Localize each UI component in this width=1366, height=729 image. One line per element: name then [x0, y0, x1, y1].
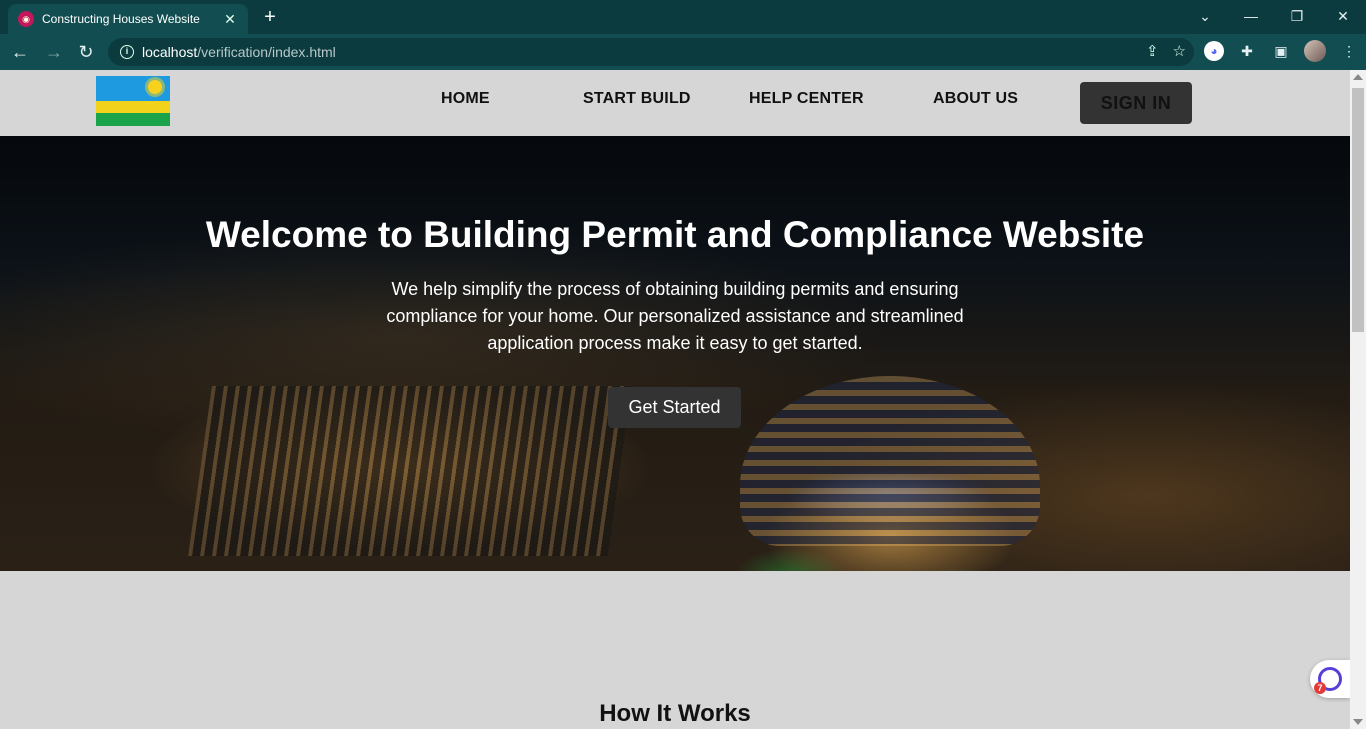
scroll-down-arrow-icon[interactable] [1353, 719, 1363, 725]
nav-about-us[interactable]: ABOUT US [933, 90, 1018, 108]
scroll-up-arrow-icon[interactable] [1353, 74, 1363, 80]
rwanda-flag-logo[interactable] [96, 76, 170, 126]
hero-background-dome [740, 376, 1040, 546]
tab-title: Constructing Houses Website [42, 12, 200, 26]
new-tab-button[interactable]: + [258, 6, 282, 28]
puzzle-icon[interactable]: ✚ [1236, 40, 1258, 62]
notification-badge: 7 [1314, 682, 1326, 694]
floating-chat-widget[interactable]: 7 [1310, 660, 1350, 698]
hero-background-building [188, 386, 632, 556]
star-icon[interactable]: ☆ [1173, 42, 1186, 60]
profile-avatar[interactable] [1304, 40, 1326, 62]
page-viewport: HOME START BUILD HELP CENTER ABOUT US SI… [0, 70, 1350, 729]
share-icon[interactable]: ⇪ [1146, 42, 1159, 60]
browser-tab-active[interactable]: ◉ Constructing Houses Website ✕ [8, 4, 248, 34]
back-icon[interactable]: ← [8, 40, 32, 64]
how-it-works-heading: How It Works [599, 700, 751, 727]
url-path: /verification/index.html [197, 44, 336, 60]
sign-in-button[interactable]: SIGN IN [1080, 82, 1192, 124]
tab-close-icon[interactable]: ✕ [222, 11, 238, 28]
site-favicon-icon: ◉ [18, 11, 34, 27]
minimize-button[interactable]: — [1228, 4, 1274, 28]
sun-icon [148, 80, 162, 94]
discord-extension-icon[interactable]: ◕ [1204, 41, 1224, 61]
hero-title: Welcome to Building Permit and Complianc… [205, 214, 1145, 255]
page-scrollbar[interactable] [1350, 70, 1366, 729]
forward-icon[interactable]: → [42, 40, 66, 64]
site-header: HOME START BUILD HELP CENTER ABOUT US SI… [0, 70, 1350, 136]
close-window-button[interactable]: ✕ [1320, 4, 1366, 28]
kebab-menu-icon[interactable]: ⋮ [1338, 40, 1360, 62]
get-started-button[interactable]: Get Started [608, 387, 741, 428]
nav-help-center[interactable]: HELP CENTER [749, 90, 864, 108]
restore-button[interactable]: ❐ [1274, 4, 1320, 28]
nav-home[interactable]: HOME [441, 90, 490, 108]
side-panel-icon[interactable]: ▣ [1270, 40, 1292, 62]
tab-search-dropdown-icon[interactable]: ⌄ [1182, 4, 1228, 28]
info-icon[interactable]: i [120, 45, 134, 59]
hero-banner: Welcome to Building Permit and Complianc… [0, 136, 1350, 571]
url-host: localhost [142, 44, 198, 60]
hero-description: We help simplify the process of obtainin… [386, 279, 964, 353]
browser-toolbar: ← → ↻ i localhost/verification/index.htm… [0, 34, 1366, 70]
scroll-thumb[interactable] [1352, 88, 1364, 332]
nav-start-build[interactable]: START BUILD [583, 90, 691, 108]
address-bar[interactable]: i localhost/verification/index.html ⇪ ☆ [108, 38, 1194, 66]
browser-tab-strip: ◉ Constructing Houses Website ✕ + ⌄ — ❐ … [0, 0, 1366, 34]
reload-icon[interactable]: ↻ [74, 40, 98, 64]
